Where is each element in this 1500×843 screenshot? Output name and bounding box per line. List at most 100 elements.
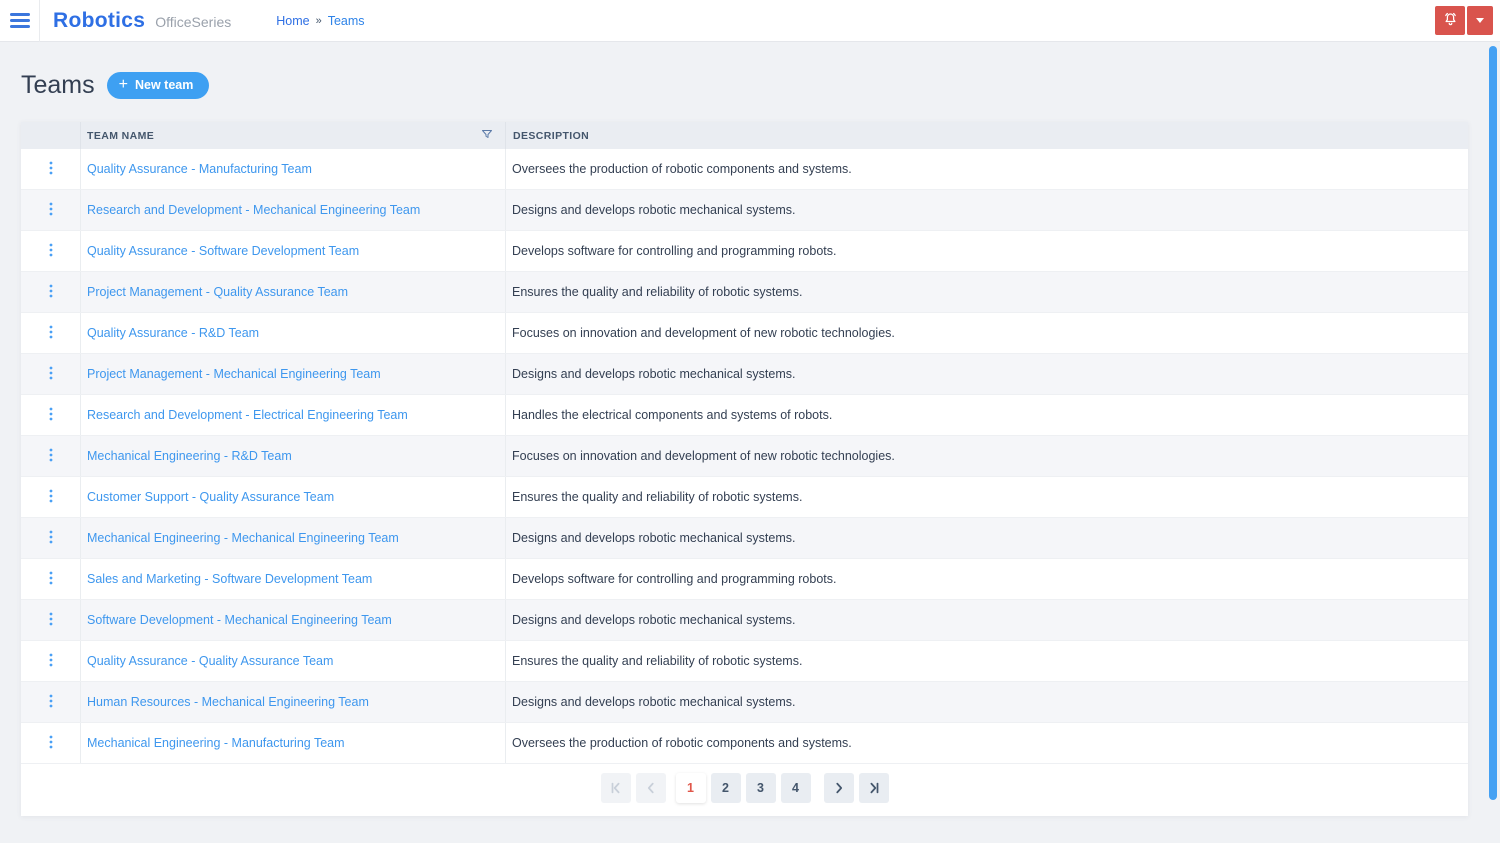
notifications-button[interactable] — [1435, 6, 1465, 35]
page-4-button[interactable]: 4 — [780, 773, 811, 803]
team-description: Focuses on innovation and development of… — [512, 449, 895, 463]
breadcrumb-current[interactable]: Teams — [328, 14, 365, 28]
team-description: Ensures the quality and reliability of r… — [512, 285, 803, 299]
team-name-link[interactable]: Sales and Marketing - Software Developme… — [87, 572, 372, 586]
kebab-vertical-icon — [49, 161, 53, 178]
row-actions-cell — [21, 600, 81, 640]
kebab-vertical-icon — [49, 407, 53, 424]
table-row: Project Management - Quality Assurance T… — [21, 272, 1468, 313]
page-title: Teams — [21, 70, 95, 99]
table-row: Quality Assurance - Software Development… — [21, 231, 1468, 272]
row-menu-button[interactable] — [43, 528, 59, 549]
column-header-description: DESCRIPTION — [506, 122, 1468, 149]
team-name-link[interactable]: Mechanical Engineering - Manufacturing T… — [87, 736, 345, 750]
row-menu-button[interactable] — [43, 610, 59, 631]
team-name-cell: Quality Assurance - R&D Team — [81, 313, 506, 353]
team-description-cell: Develops software for controlling and pr… — [506, 559, 1468, 599]
team-name-link[interactable]: Software Development - Mechanical Engine… — [87, 613, 392, 627]
first-page-icon — [609, 781, 623, 795]
team-description-cell: Designs and develops robotic mechanical … — [506, 682, 1468, 722]
chevron-left-icon — [644, 781, 658, 795]
next-page-button[interactable] — [823, 773, 854, 803]
app-logo[interactable]: Robotics OfficeSeries — [53, 9, 231, 33]
row-menu-button[interactable] — [43, 733, 59, 754]
team-name-cell: Quality Assurance - Software Development… — [81, 231, 506, 271]
breadcrumb-home-link[interactable]: Home — [276, 14, 309, 28]
menu-button[interactable] — [0, 0, 39, 42]
page-3-button[interactable]: 3 — [745, 773, 776, 803]
team-description-cell: Oversees the production of robotic compo… — [506, 723, 1468, 763]
bell-icon — [1443, 11, 1458, 30]
row-menu-button[interactable] — [43, 405, 59, 426]
first-page-button[interactable] — [600, 773, 631, 803]
row-actions-cell — [21, 395, 81, 435]
team-description: Handles the electrical components and sy… — [512, 408, 833, 422]
last-page-button[interactable] — [858, 773, 889, 803]
row-menu-button[interactable] — [43, 323, 59, 344]
team-description: Designs and develops robotic mechanical … — [512, 613, 796, 627]
team-description-cell: Ensures the quality and reliability of r… — [506, 641, 1468, 681]
row-actions-cell — [21, 354, 81, 394]
team-name-cell: Project Management - Mechanical Engineer… — [81, 354, 506, 394]
scrollbar-thumb[interactable] — [1489, 46, 1497, 800]
header-divider — [39, 0, 40, 42]
row-menu-button[interactable] — [43, 692, 59, 713]
team-description-cell: Ensures the quality and reliability of r… — [506, 477, 1468, 517]
table-body: Quality Assurance - Manufacturing Team O… — [21, 149, 1468, 764]
team-description: Designs and develops robotic mechanical … — [512, 531, 796, 545]
filter-button[interactable] — [481, 128, 493, 143]
team-name-column-label: TEAM NAME — [87, 129, 155, 142]
page-1-button[interactable]: 1 — [675, 773, 706, 803]
kebab-vertical-icon — [49, 489, 53, 506]
team-name-link[interactable]: Customer Support - Quality Assurance Tea… — [87, 490, 334, 504]
row-menu-button[interactable] — [43, 159, 59, 180]
team-description-cell: Designs and develops robotic mechanical … — [506, 600, 1468, 640]
column-header-actions — [21, 122, 81, 149]
account-menu-button[interactable] — [1467, 6, 1493, 35]
kebab-vertical-icon — [49, 366, 53, 383]
table-row: Research and Development - Electrical En… — [21, 395, 1468, 436]
teams-page: Teams + New team TEAM NAME DESCRIPTION Q… — [0, 70, 1500, 816]
pagination: 1234 — [21, 764, 1468, 816]
row-menu-button[interactable] — [43, 282, 59, 303]
team-description: Designs and develops robotic mechanical … — [512, 695, 796, 709]
kebab-vertical-icon — [49, 284, 53, 301]
row-menu-button[interactable] — [43, 200, 59, 221]
title-row: Teams + New team — [21, 70, 1500, 100]
breadcrumb: Home » Teams — [276, 14, 364, 28]
app-header: Robotics OfficeSeries Home » Teams — [0, 0, 1500, 42]
team-name-cell: Customer Support - Quality Assurance Tea… — [81, 477, 506, 517]
team-name-link[interactable]: Project Management - Mechanical Engineer… — [87, 367, 381, 381]
team-name-link[interactable]: Mechanical Engineering - Mechanical Engi… — [87, 531, 399, 545]
row-actions-cell — [21, 149, 81, 189]
team-name-cell: Human Resources - Mechanical Engineering… — [81, 682, 506, 722]
table-row: Quality Assurance - Quality Assurance Te… — [21, 641, 1468, 682]
row-menu-button[interactable] — [43, 651, 59, 672]
team-name-link[interactable]: Quality Assurance - R&D Team — [87, 326, 259, 340]
team-name-link[interactable]: Project Management - Quality Assurance T… — [87, 285, 348, 299]
team-name-link[interactable]: Quality Assurance - Software Development… — [87, 244, 359, 258]
last-page-icon — [867, 781, 881, 795]
kebab-vertical-icon — [49, 571, 53, 588]
team-name-cell: Mechanical Engineering - Mechanical Engi… — [81, 518, 506, 558]
new-team-button[interactable]: + New team — [106, 71, 210, 99]
team-name-link[interactable]: Quality Assurance - Manufacturing Team — [87, 162, 312, 176]
row-menu-button[interactable] — [43, 487, 59, 508]
row-menu-button[interactable] — [43, 364, 59, 385]
page-2-button[interactable]: 2 — [710, 773, 741, 803]
row-menu-button[interactable] — [43, 446, 59, 467]
team-name-link[interactable]: Mechanical Engineering - R&D Team — [87, 449, 292, 463]
table-header-row: TEAM NAME DESCRIPTION — [21, 122, 1468, 149]
team-name-link[interactable]: Human Resources - Mechanical Engineering… — [87, 695, 369, 709]
kebab-vertical-icon — [49, 694, 53, 711]
kebab-vertical-icon — [49, 243, 53, 260]
row-actions-cell — [21, 723, 81, 763]
team-name-link[interactable]: Quality Assurance - Quality Assurance Te… — [87, 654, 333, 668]
row-menu-button[interactable] — [43, 241, 59, 262]
prev-page-button[interactable] — [635, 773, 666, 803]
team-name-link[interactable]: Research and Development - Electrical En… — [87, 408, 408, 422]
row-menu-button[interactable] — [43, 569, 59, 590]
team-name-cell: Research and Development - Electrical En… — [81, 395, 506, 435]
table-row: Sales and Marketing - Software Developme… — [21, 559, 1468, 600]
team-name-link[interactable]: Research and Development - Mechanical En… — [87, 203, 420, 217]
